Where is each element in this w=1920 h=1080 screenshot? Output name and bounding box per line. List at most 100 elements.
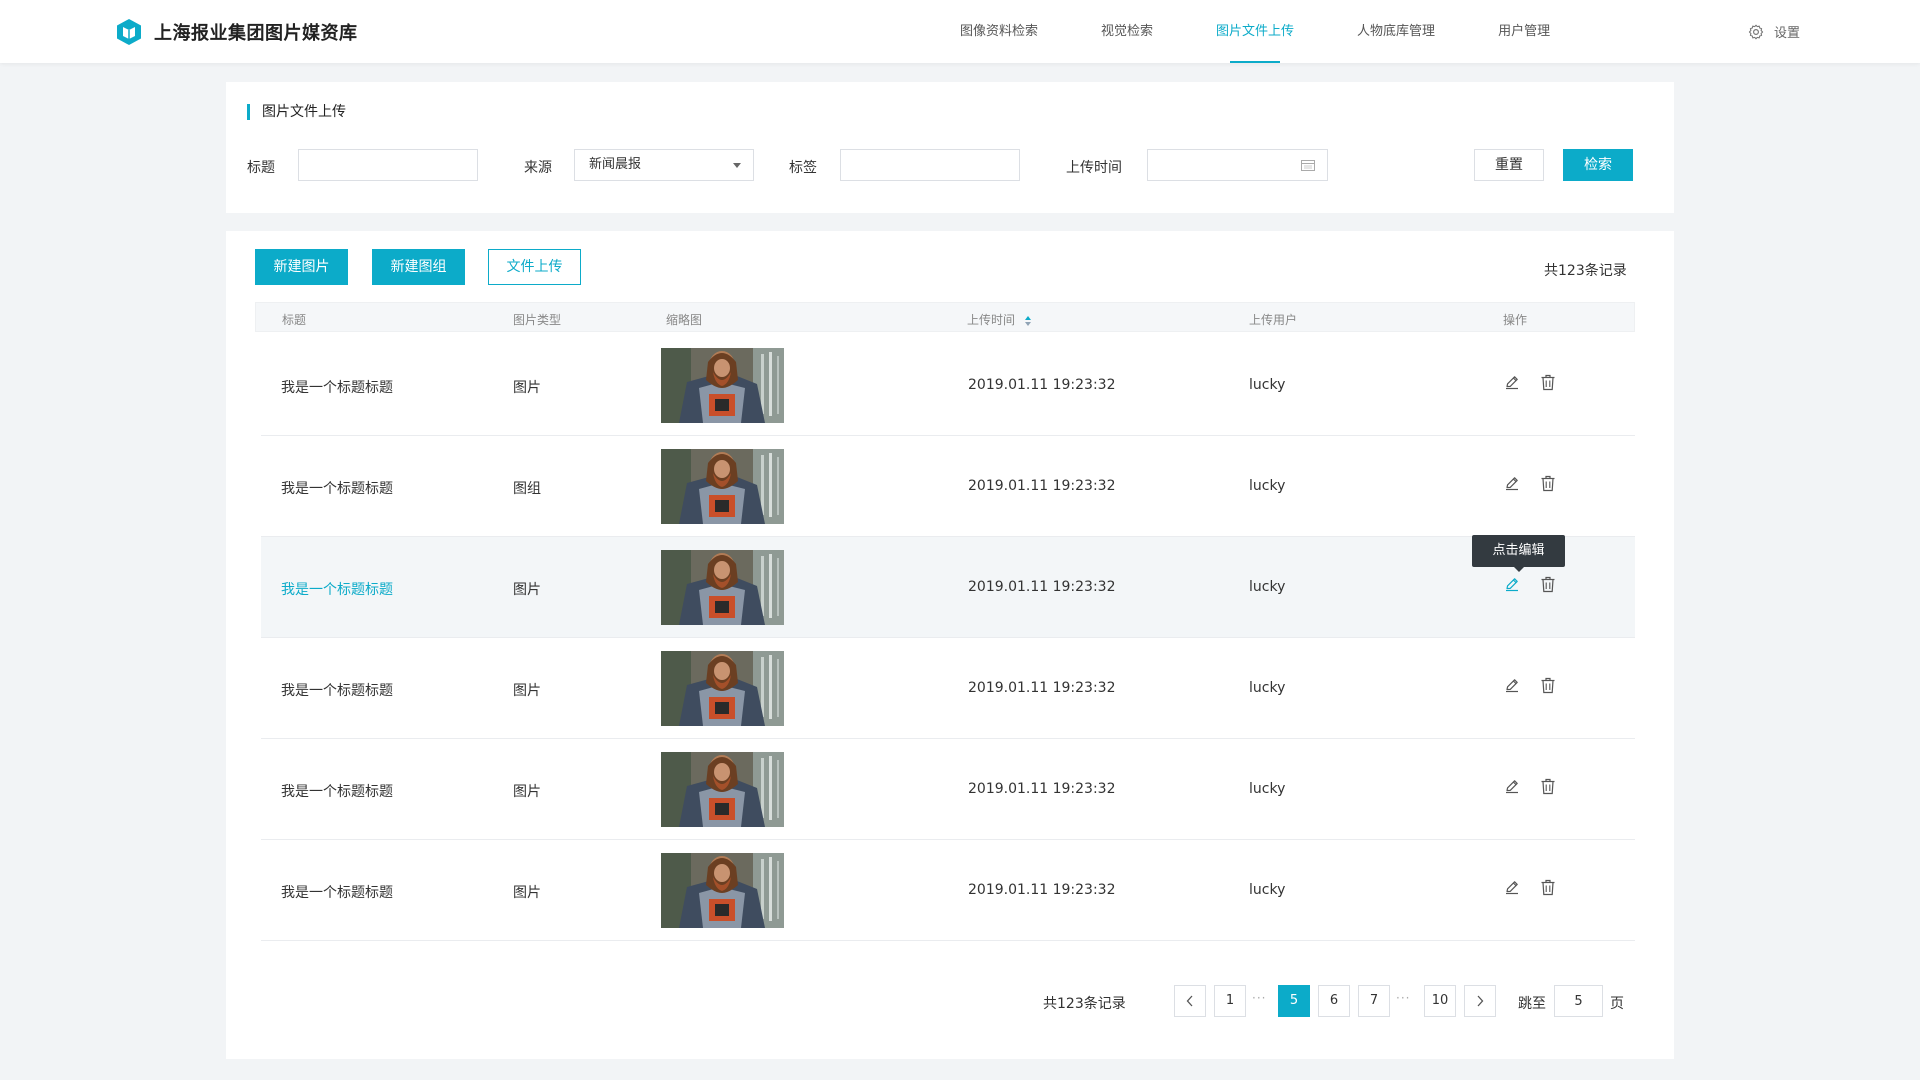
edit-button[interactable] xyxy=(1504,475,1520,495)
sort-icon xyxy=(1024,315,1031,326)
row-uploader: lucky xyxy=(1249,680,1286,696)
row-type: 图片 xyxy=(513,784,541,800)
row-title[interactable]: 我是一个标题标题 xyxy=(281,680,393,700)
next-page-button[interactable] xyxy=(1464,985,1496,1017)
row-upload-time: 2019.01.11 19:23:32 xyxy=(968,781,1116,797)
thumbnail-photo xyxy=(661,348,784,423)
page-button-1[interactable]: 1 xyxy=(1214,985,1246,1017)
table-row[interactable]: 我是一个标题标题 图片 2019.01.11 19:23:32 lucky xyxy=(261,537,1635,638)
nav-item-person-library[interactable]: 人物底库管理 xyxy=(1357,0,1435,63)
source-label: 来源 xyxy=(524,160,552,176)
pagination-total: 共123条记录 xyxy=(1043,996,1126,1012)
new-image-button[interactable]: 新建图片 xyxy=(255,249,348,285)
row-upload-time: 2019.01.11 19:23:32 xyxy=(968,478,1116,494)
page-button-5[interactable]: 5 xyxy=(1278,985,1310,1017)
column-header-upload-time[interactable]: 上传时间 xyxy=(967,311,1032,328)
tag-input[interactable] xyxy=(840,149,1020,181)
table-row[interactable]: 我是一个标题标题 图片 2019.01.11 19:23:32 lucky xyxy=(261,739,1635,840)
row-title[interactable]: 我是一个标题标题 xyxy=(281,579,393,599)
reset-button[interactable]: 重置 xyxy=(1474,149,1544,181)
trash-icon xyxy=(1541,374,1555,391)
delete-button[interactable] xyxy=(1540,778,1556,799)
edit-button[interactable] xyxy=(1504,576,1520,596)
delete-button[interactable] xyxy=(1540,475,1556,496)
edit-button[interactable] xyxy=(1504,677,1520,697)
row-uploader: lucky xyxy=(1249,882,1286,898)
settings-button[interactable]: 设置 xyxy=(1748,22,1800,41)
edit-icon xyxy=(1506,477,1518,491)
delete-button[interactable] xyxy=(1540,374,1556,395)
table-row[interactable]: 我是一个标题标题 图片 2019.01.11 19:23:32 lucky xyxy=(261,840,1635,941)
page-button-10[interactable]: 10 xyxy=(1424,985,1456,1017)
upload-time-label: 上传时间 xyxy=(1066,160,1122,176)
row-title[interactable]: 我是一个标题标题 xyxy=(281,781,393,801)
row-title[interactable]: 我是一个标题标题 xyxy=(281,478,393,498)
edit-icon xyxy=(1506,780,1518,794)
delete-button[interactable] xyxy=(1540,677,1556,698)
column-header-title: 标题 xyxy=(282,313,307,327)
results-panel: 新建图片 新建图组 文件上传 共123条记录 标题 图片类型 缩略图 上传时间 … xyxy=(226,231,1674,1059)
trash-icon xyxy=(1541,879,1555,896)
row-uploader: lucky xyxy=(1249,579,1286,595)
source-select[interactable]: 新闻晨报 xyxy=(574,149,754,181)
column-header-actions: 操作 xyxy=(1503,313,1528,327)
page-button-7[interactable]: 7 xyxy=(1358,985,1390,1017)
prev-page-button[interactable] xyxy=(1174,985,1206,1017)
trash-icon xyxy=(1541,778,1555,795)
edit-icon xyxy=(1506,578,1518,592)
row-thumbnail[interactable] xyxy=(661,752,784,827)
nav-item-image-search[interactable]: 图像资料检索 xyxy=(960,0,1038,63)
row-thumbnail[interactable] xyxy=(661,550,784,625)
file-upload-button[interactable]: 文件上传 xyxy=(488,249,581,285)
row-thumbnail[interactable] xyxy=(661,449,784,524)
column-header-upload-time-label: 上传时间 xyxy=(967,313,1016,327)
edit-icon xyxy=(1506,679,1518,693)
delete-button[interactable] xyxy=(1540,879,1556,900)
settings-label: 设置 xyxy=(1774,26,1801,41)
row-uploader: lucky xyxy=(1249,478,1286,494)
edit-button[interactable] xyxy=(1504,778,1520,798)
upload-time-picker[interactable] xyxy=(1147,149,1328,181)
logo-icon xyxy=(117,19,141,45)
row-type: 图片 xyxy=(513,380,541,396)
pagination-ellipsis-right: ··· xyxy=(1396,991,1411,1005)
row-title[interactable]: 我是一个标题标题 xyxy=(281,882,393,902)
page-button-6[interactable]: 6 xyxy=(1318,985,1350,1017)
row-upload-time: 2019.01.11 19:23:32 xyxy=(968,377,1116,393)
app-logo[interactable]: 上海报业集团图片媒资库 xyxy=(116,17,358,47)
new-group-button[interactable]: 新建图组 xyxy=(372,249,465,285)
row-uploader: lucky xyxy=(1249,377,1286,393)
edit-button[interactable] xyxy=(1504,879,1520,899)
trash-icon xyxy=(1541,475,1555,492)
row-thumbnail[interactable] xyxy=(661,348,784,423)
row-thumbnail[interactable] xyxy=(661,853,784,928)
app-title: 上海报业集团图片媒资库 xyxy=(154,23,358,44)
row-title[interactable]: 我是一个标题标题 xyxy=(281,377,393,397)
jump-page-input[interactable] xyxy=(1554,985,1603,1017)
row-type: 图片 xyxy=(513,885,541,901)
row-type: 图片 xyxy=(513,683,541,699)
row-thumbnail[interactable] xyxy=(661,651,784,726)
nav-item-visual-search[interactable]: 视觉检索 xyxy=(1101,0,1153,63)
tag-label: 标签 xyxy=(789,160,817,176)
column-header-thumbnail: 缩略图 xyxy=(666,313,703,327)
nav-item-user-management[interactable]: 用户管理 xyxy=(1498,0,1550,63)
thumbnail-photo xyxy=(661,449,784,524)
table-row[interactable]: 我是一个标题标题 图组 2019.01.11 19:23:32 lucky xyxy=(261,436,1635,537)
gear-icon xyxy=(1748,24,1764,39)
pagination-ellipsis-left: ··· xyxy=(1252,991,1267,1005)
source-selected-value: 新闻晨报 xyxy=(589,157,642,172)
delete-button[interactable] xyxy=(1540,576,1556,597)
nav-item-image-upload[interactable]: 图片文件上传 xyxy=(1216,0,1294,63)
row-upload-time: 2019.01.11 19:23:32 xyxy=(968,579,1116,595)
chevron-right-icon xyxy=(1477,995,1484,1007)
table-row[interactable]: 我是一个标题标题 图片 2019.01.11 19:23:32 lucky xyxy=(261,638,1635,739)
title-input[interactable] xyxy=(298,149,478,181)
column-header-uploader: 上传用户 xyxy=(1249,313,1298,327)
thumbnail-photo xyxy=(661,853,784,928)
filter-panel: 图片文件上传 标题 来源 新闻晨报 标签 上传时间 重置 检索 xyxy=(226,82,1674,213)
search-button[interactable]: 检索 xyxy=(1563,149,1633,181)
thumbnail-photo xyxy=(661,651,784,726)
table-row[interactable]: 我是一个标题标题 图片 2019.01.11 19:23:32 lucky xyxy=(261,335,1635,436)
edit-button[interactable] xyxy=(1504,374,1520,394)
